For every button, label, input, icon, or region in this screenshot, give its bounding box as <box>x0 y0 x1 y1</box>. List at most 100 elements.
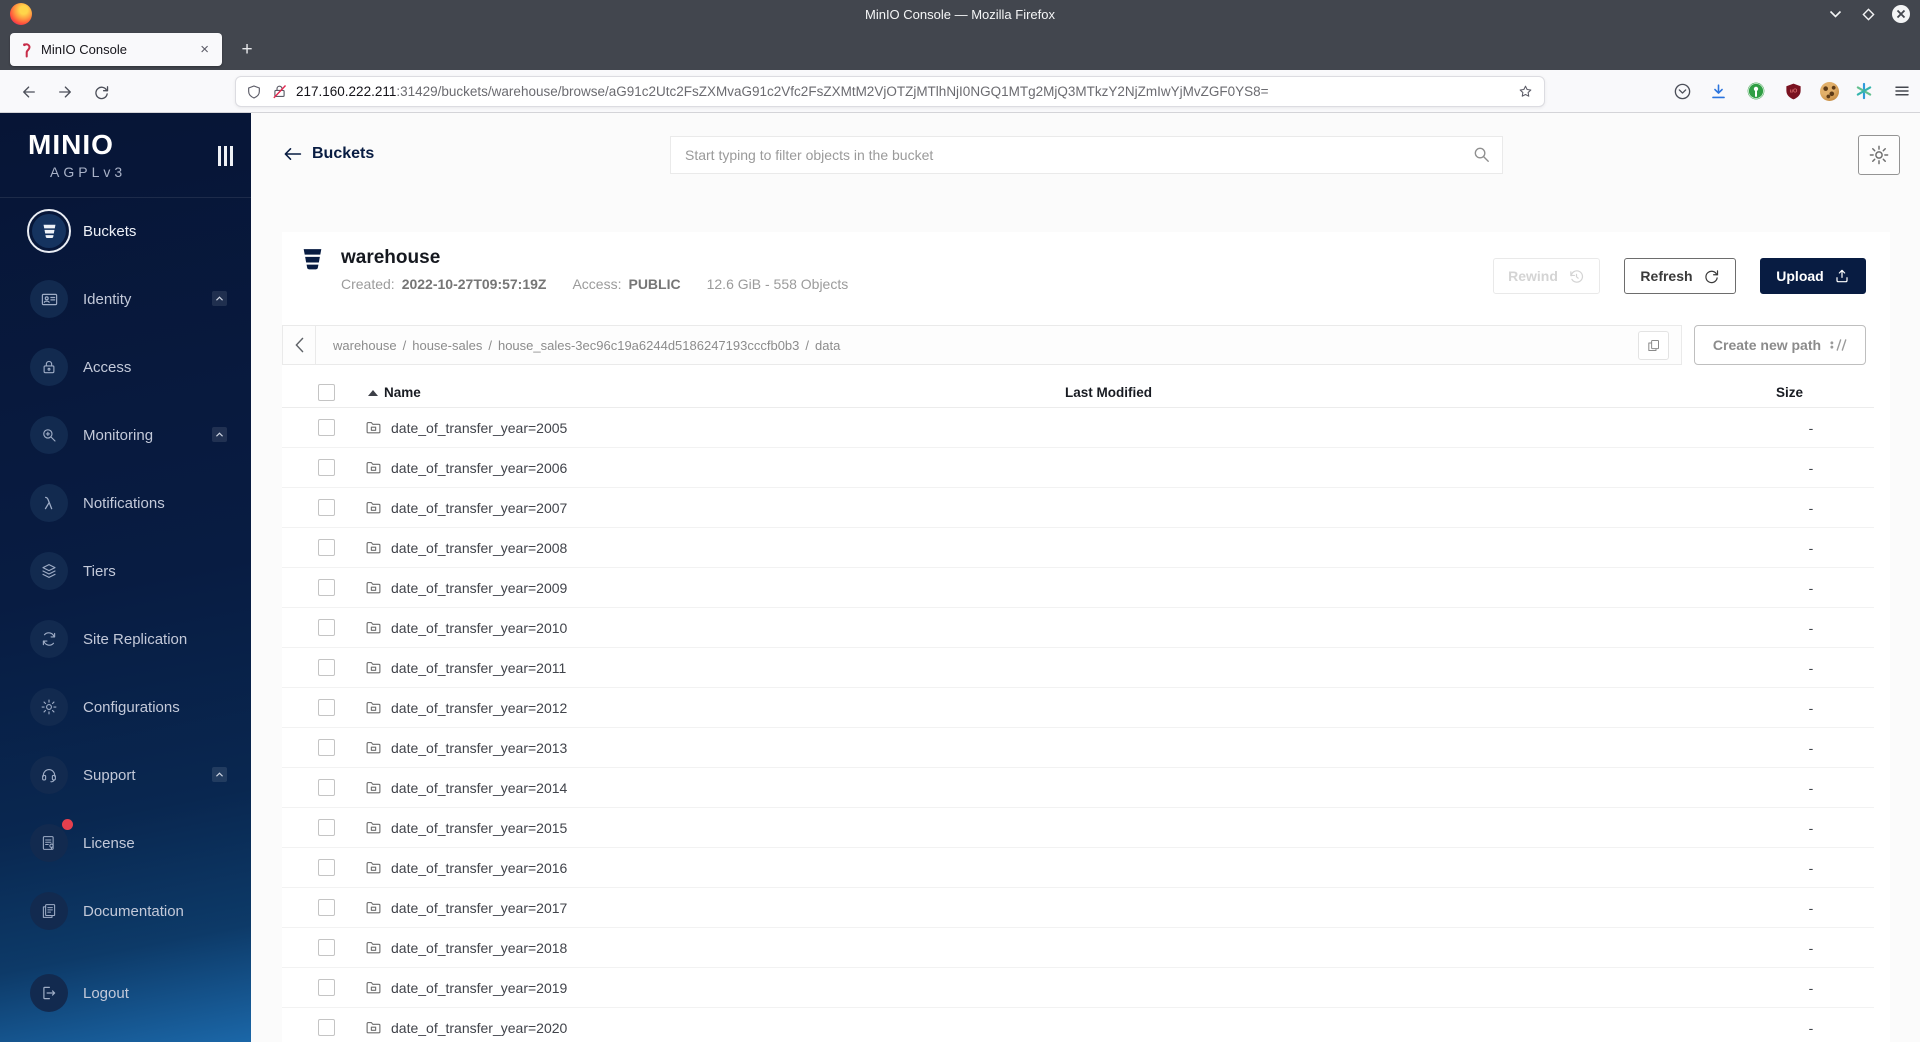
table-row[interactable]: date_of_transfer_year=2012 - <box>282 688 1874 728</box>
window-maximize-button[interactable] <box>1859 5 1877 23</box>
table-row[interactable]: date_of_transfer_year=2017 - <box>282 888 1874 928</box>
table-row[interactable]: date_of_transfer_year=2015 - <box>282 808 1874 848</box>
bookmark-star-icon[interactable] <box>1517 83 1534 100</box>
sidebar-item-site-replication[interactable]: Site Replication <box>0 605 251 673</box>
row-checkbox[interactable] <box>318 979 335 996</box>
ublock-origin-icon[interactable]: uO <box>1780 78 1806 104</box>
reload-button[interactable] <box>86 77 116 107</box>
url-bar[interactable]: 217.160.222.211:31429/buckets/warehouse/… <box>235 76 1545 107</box>
tracking-shield-icon[interactable] <box>246 84 262 100</box>
breadcrumb-house-sales-uuid[interactable]: house_sales-3ec96c19a6244d5186247193cccf… <box>498 338 799 353</box>
new-tab-button[interactable]: + <box>234 37 260 63</box>
object-name: date_of_transfer_year=2007 <box>391 499 568 516</box>
table-row[interactable]: date_of_transfer_year=2016 - <box>282 848 1874 888</box>
folder-icon <box>366 501 381 514</box>
license-notification-dot <box>62 819 73 830</box>
row-checkbox[interactable] <box>318 819 335 836</box>
row-checkbox[interactable] <box>318 779 335 796</box>
tab-minio-console[interactable]: MinIO Console × <box>10 33 222 66</box>
table-row[interactable]: date_of_transfer_year=2019 - <box>282 968 1874 1008</box>
breadcrumb-bar: warehouse / house-sales / house_sales-3e… <box>282 325 1682 365</box>
sidebar-item-notifications[interactable]: Notifications <box>0 469 251 537</box>
path-row: warehouse / house-sales / house_sales-3e… <box>282 325 1866 365</box>
row-checkbox[interactable] <box>318 1019 335 1036</box>
folder-icon <box>366 461 381 474</box>
sidebar-item-license[interactable]: License <box>0 809 251 877</box>
row-checkbox[interactable] <box>318 859 335 876</box>
search-input[interactable] <box>670 136 1503 174</box>
select-all-checkbox[interactable] <box>318 384 335 401</box>
table-row[interactable]: date_of_transfer_year=2020 - <box>282 1008 1874 1042</box>
settings-gear-button[interactable] <box>1858 135 1900 175</box>
breadcrumb-data[interactable]: data <box>815 338 840 353</box>
bucket-icon <box>43 224 55 238</box>
row-checkbox[interactable] <box>318 899 335 916</box>
table-row[interactable]: date_of_transfer_year=2007 - <box>282 488 1874 528</box>
sidebar-item-access[interactable]: Access <box>0 333 251 401</box>
extension-green-icon[interactable] <box>1743 78 1769 104</box>
table-row[interactable]: date_of_transfer_year=2008 - <box>282 528 1874 568</box>
row-checkbox[interactable] <box>318 659 335 676</box>
breadcrumb-back-button[interactable] <box>283 326 316 364</box>
row-checkbox[interactable] <box>318 419 335 436</box>
row-checkbox[interactable] <box>318 539 335 556</box>
rewind-button[interactable]: Rewind <box>1493 258 1600 294</box>
breadcrumb-warehouse[interactable]: warehouse <box>333 338 397 353</box>
copy-path-button[interactable] <box>1638 331 1669 360</box>
row-checkbox[interactable] <box>318 699 335 716</box>
object-name: date_of_transfer_year=2008 <box>391 539 568 556</box>
object-name: date_of_transfer_year=2016 <box>391 859 568 876</box>
object-size: - <box>1808 979 1814 996</box>
object-name: date_of_transfer_year=2014 <box>391 779 568 796</box>
row-checkbox[interactable] <box>318 939 335 956</box>
sidebar-collapse-button[interactable] <box>218 146 233 166</box>
create-new-path-button[interactable]: Create new path <box>1694 325 1866 365</box>
cookie-extension-icon[interactable] <box>1816 78 1842 104</box>
chevron-up-icon[interactable] <box>212 427 227 442</box>
minio-favicon-icon <box>23 42 31 58</box>
object-size: - <box>1808 539 1814 556</box>
breadcrumb-separator: / <box>402 337 407 353</box>
insecure-lock-icon[interactable] <box>271 83 288 100</box>
table-row[interactable]: date_of_transfer_year=2011 - <box>282 648 1874 688</box>
pocket-icon[interactable] <box>1669 78 1695 104</box>
tab-close-button[interactable]: × <box>196 40 213 59</box>
table-row[interactable]: date_of_transfer_year=2014 - <box>282 768 1874 808</box>
row-checkbox[interactable] <box>318 739 335 756</box>
asterisk-extension-icon[interactable] <box>1851 78 1877 104</box>
row-checkbox[interactable] <box>318 579 335 596</box>
table-row[interactable]: date_of_transfer_year=2010 - <box>282 608 1874 648</box>
table-row[interactable]: date_of_transfer_year=2013 - <box>282 728 1874 768</box>
object-size: - <box>1808 419 1814 436</box>
row-checkbox[interactable] <box>318 459 335 476</box>
sidebar-item-buckets[interactable]: Buckets <box>0 197 251 265</box>
table-row[interactable]: date_of_transfer_year=2006 - <box>282 448 1874 488</box>
row-checkbox[interactable] <box>318 619 335 636</box>
breadcrumb-house-sales[interactable]: house-sales <box>412 338 482 353</box>
objects-table: Name Last Modified Size date_of_transfer… <box>282 378 1874 1042</box>
sidebar-item-documentation[interactable]: Documentation <box>0 877 251 945</box>
table-row[interactable]: date_of_transfer_year=2009 - <box>282 568 1874 608</box>
table-row[interactable]: date_of_transfer_year=2018 - <box>282 928 1874 968</box>
upload-button[interactable]: Upload <box>1760 258 1866 294</box>
table-row[interactable]: date_of_transfer_year=2005 - <box>282 408 1874 448</box>
row-checkbox[interactable] <box>318 499 335 516</box>
forward-button[interactable] <box>50 77 80 107</box>
sidebar-item-logout[interactable]: Logout <box>0 959 251 1027</box>
menu-hamburger-icon[interactable] <box>1889 78 1915 104</box>
back-button[interactable] <box>14 77 44 107</box>
window-minimize-button[interactable] <box>1826 5 1844 23</box>
sidebar-item-tiers[interactable]: Tiers <box>0 537 251 605</box>
back-to-buckets-link[interactable]: Buckets <box>283 135 374 173</box>
refresh-button[interactable]: Refresh <box>1624 258 1736 294</box>
sidebar-item-identity[interactable]: Identity <box>0 265 251 333</box>
window-close-button[interactable] <box>1892 5 1910 23</box>
sidebar-item-configurations[interactable]: Configurations <box>0 673 251 741</box>
chevron-up-icon[interactable] <box>212 291 227 306</box>
downloads-icon[interactable] <box>1705 78 1731 104</box>
column-header-name[interactable]: Name <box>384 385 421 400</box>
chevron-up-icon[interactable] <box>212 767 227 782</box>
access-value: PUBLIC <box>628 276 681 292</box>
sidebar-item-monitoring[interactable]: Monitoring <box>0 401 251 469</box>
sidebar-item-support[interactable]: Support <box>0 741 251 809</box>
